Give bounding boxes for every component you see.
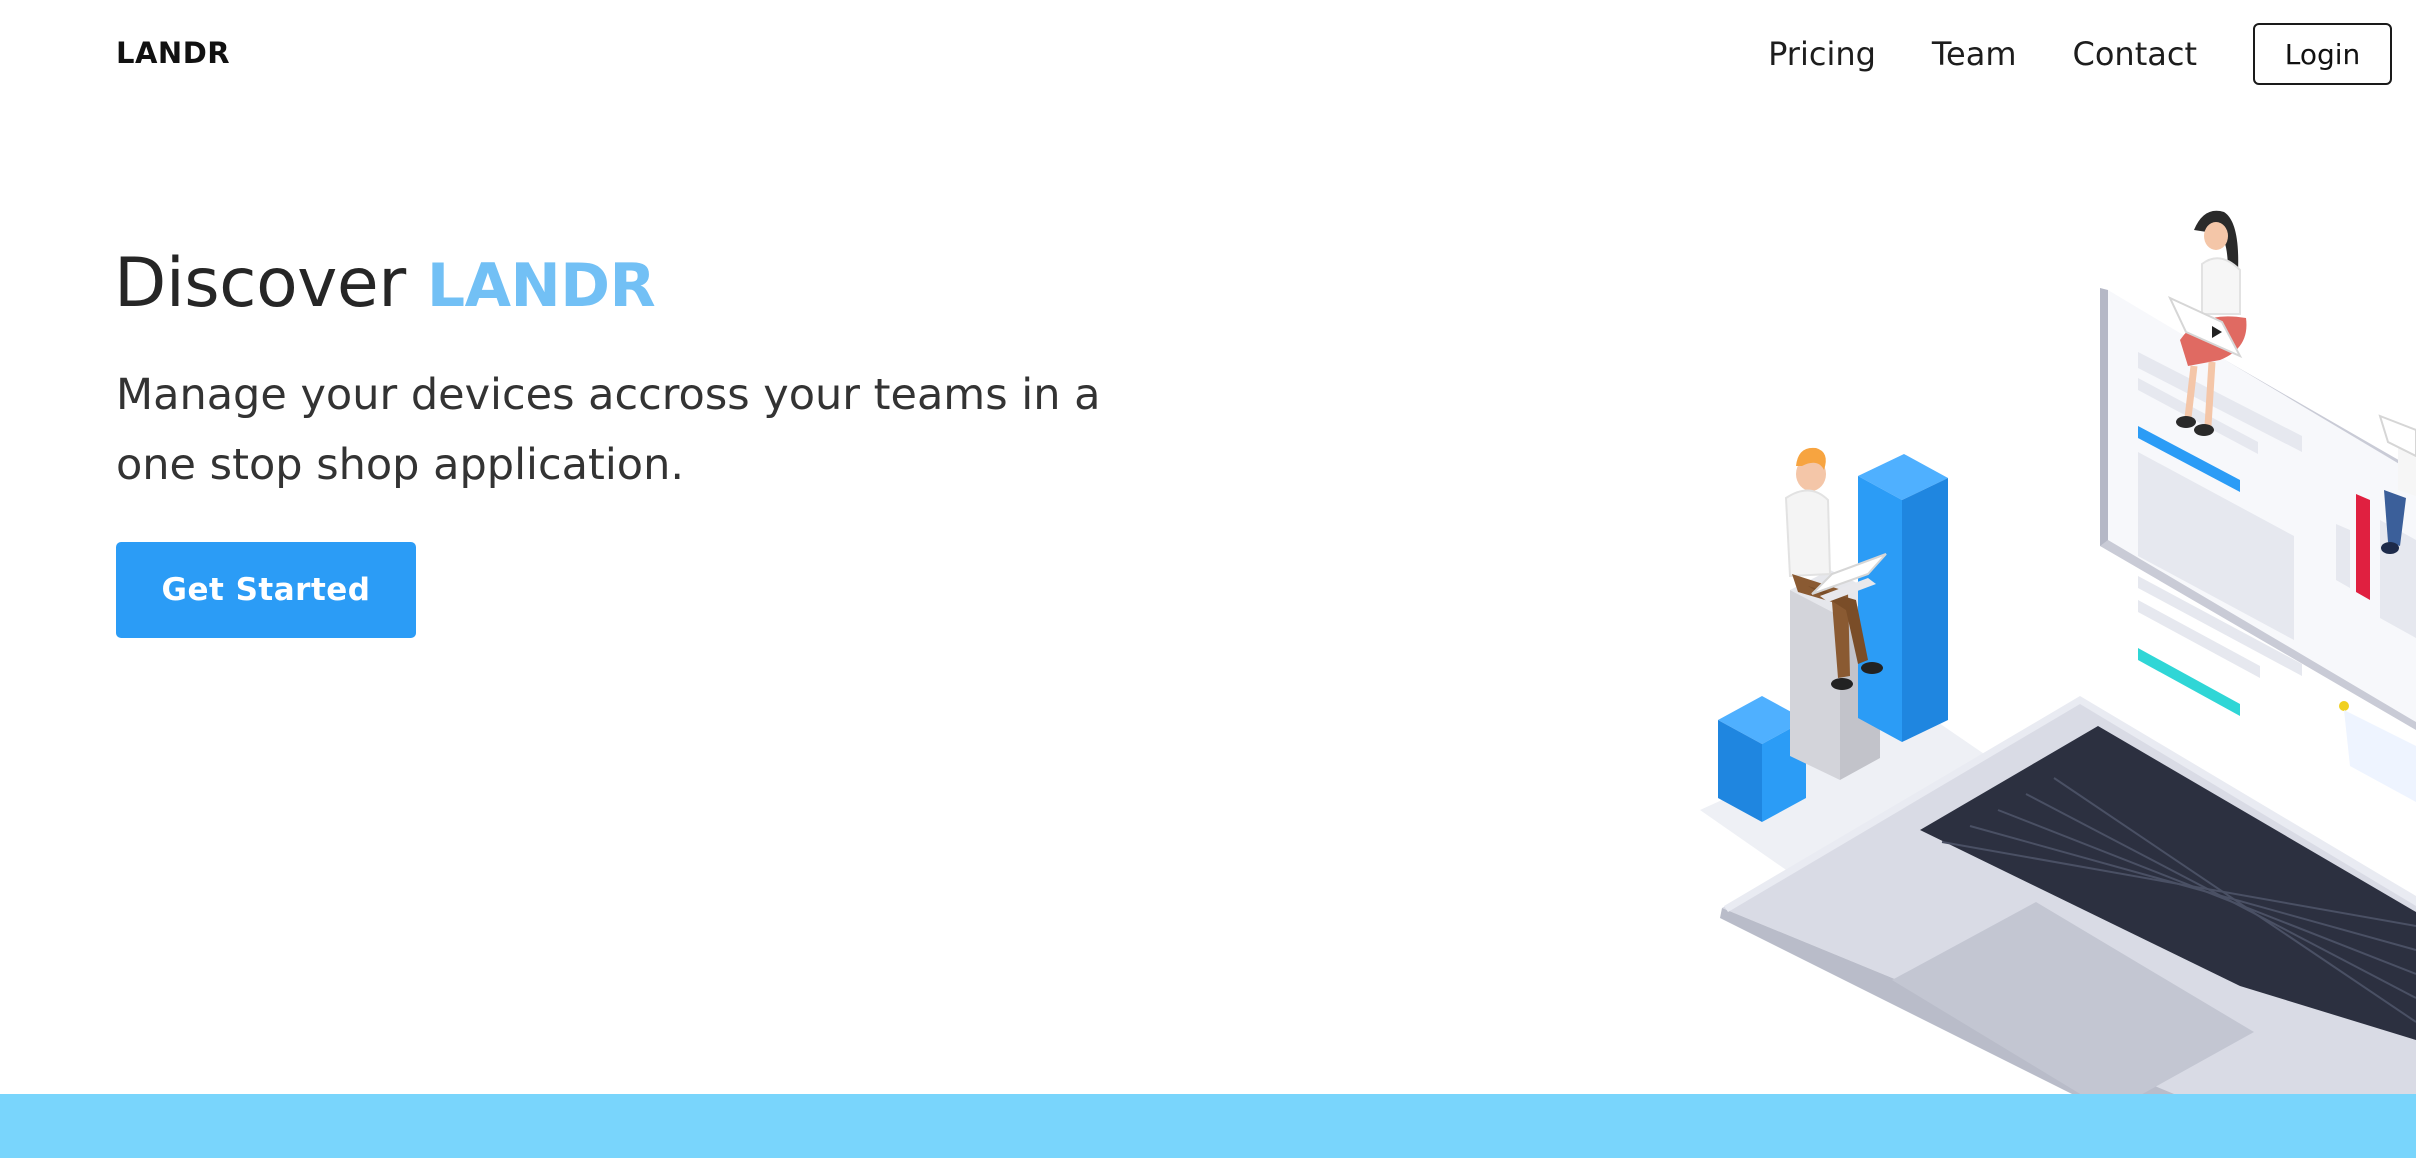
hero-subtitle: Manage your devices accross your teams i…: [116, 370, 1101, 490]
nav-link-team[interactable]: Team: [1932, 35, 2017, 73]
hero-title-brand: LANDR: [426, 251, 656, 321]
login-button[interactable]: Login: [2253, 23, 2392, 85]
tall-bar-icon: [1858, 454, 1948, 742]
logo[interactable]: LANDR: [116, 36, 230, 70]
nav-link-contact[interactable]: Contact: [2073, 35, 2198, 73]
main-nav: Pricing Team Contact Login: [1768, 22, 2392, 86]
laptop-team-illustration: [1700, 210, 2416, 1158]
nav-link-pricing[interactable]: Pricing: [1768, 35, 1876, 73]
laptop-screen-icon: [2100, 288, 2416, 802]
get-started-button[interactable]: Get Started: [116, 542, 416, 638]
hero-title-prefix: Discover: [114, 244, 406, 323]
bottom-band: [0, 1094, 2416, 1158]
hero-title: Discover LANDR: [114, 244, 656, 323]
